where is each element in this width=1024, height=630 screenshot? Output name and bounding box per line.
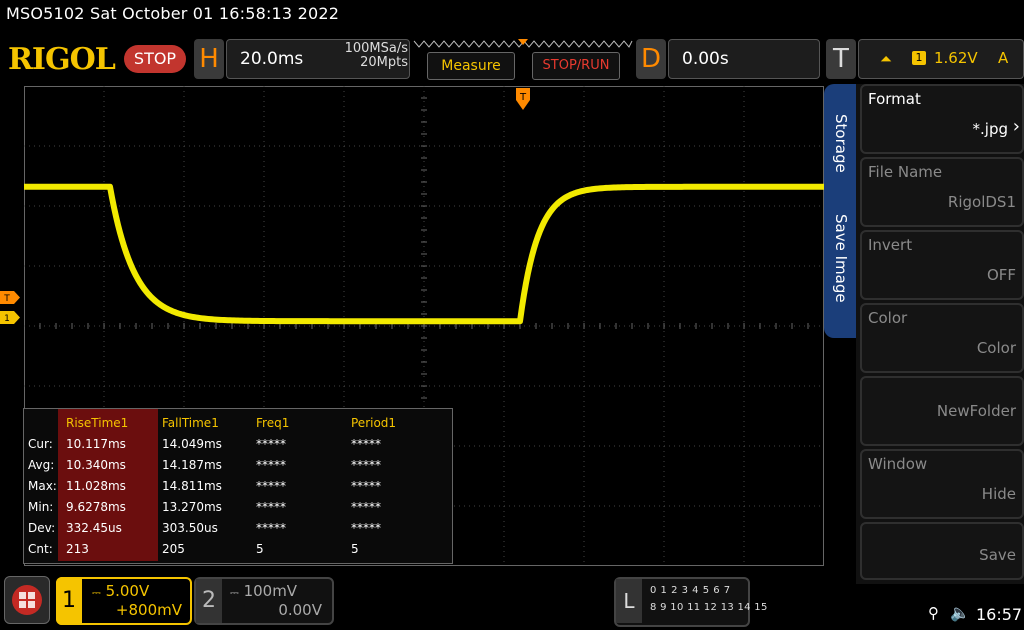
meas-cell: 9.6278ms <box>66 500 126 514</box>
measure-button[interactable]: Measure <box>427 52 515 80</box>
save-image-tab[interactable]: Save Image <box>832 214 850 303</box>
meas-cell: ***** <box>351 521 381 535</box>
meas-row-label: Min: <box>28 500 54 514</box>
newfolder-softkey[interactable]: NewFolder <box>860 376 1024 446</box>
meas-cell: 205 <box>162 542 185 556</box>
meas-cell: 332.45us <box>66 521 122 535</box>
newfolder-label: NewFolder <box>936 402 1016 420</box>
meas-cell: ***** <box>351 500 381 514</box>
device-status-title: MSO5102 Sat October 01 16:58:13 2022 <box>6 4 340 23</box>
delay-value: 0.00s <box>682 49 729 69</box>
channel2-scale-value: 100mV <box>243 582 298 600</box>
meas-cell: 5 <box>351 542 359 556</box>
filename-value: RigolDS1 <box>947 193 1016 211</box>
color-softkey[interactable]: Color Color <box>860 303 1024 373</box>
trigger-mode: A <box>998 49 1009 67</box>
channel1-offset: +800mV <box>115 601 182 619</box>
timebase-value: 20.0ms <box>240 49 304 69</box>
main-menu-button[interactable] <box>4 576 50 624</box>
channel2-offset: 0.00V <box>278 601 322 619</box>
meas-cell: ***** <box>351 458 381 472</box>
sample-rate: 100MSa/s <box>344 41 408 56</box>
invert-softkey[interactable]: Invert OFF <box>860 230 1024 300</box>
trigger-level-label: T <box>3 294 10 304</box>
trigger-source-channel: 1 <box>912 51 926 65</box>
meas-cell: ***** <box>256 458 286 472</box>
logic-channels-row2: 8 9 10 11 12 13 14 15 <box>650 602 768 613</box>
meas-cell: ***** <box>256 500 286 514</box>
invert-label: Invert <box>868 236 913 254</box>
horizontal-menu-button[interactable]: H <box>194 39 224 79</box>
sample-info: 100MSa/s 20Mpts <box>324 42 408 70</box>
channel1-scale-value: 5.00V <box>105 582 150 600</box>
meas-cell: 5 <box>256 542 264 556</box>
window-softkey[interactable]: Window Hide <box>860 449 1024 519</box>
channel1-number[interactable]: 1 <box>56 577 82 625</box>
meas-cell: 14.187ms <box>162 458 222 472</box>
dc-coupling-icon: ⎓ <box>230 586 239 599</box>
meas-header-falltime: FallTime1 <box>162 416 219 430</box>
color-value: Color <box>976 339 1016 357</box>
logic-channels-row1: 0 1 2 3 4 5 6 7 <box>650 585 731 596</box>
channel2-number[interactable]: 2 <box>196 579 222 623</box>
stop-run-button[interactable]: STOP/RUN <box>532 52 620 80</box>
format-label: Format <box>868 90 921 108</box>
meas-row-label: Cur: <box>28 437 53 451</box>
filename-label: File Name <box>868 163 943 181</box>
meas-cell: ***** <box>256 437 286 451</box>
run-state-badge: STOP <box>124 45 186 73</box>
channel1-offset-marker[interactable]: 1 <box>0 311 20 324</box>
meas-cell: ***** <box>351 437 381 451</box>
usb-icon: ⚲ <box>928 604 939 622</box>
logic-analyzer-button[interactable]: L <box>616 579 642 623</box>
trigger-level: 1.62V <box>934 49 978 67</box>
trigger-menu-button[interactable]: T <box>826 39 856 79</box>
window-label: Window <box>868 455 928 473</box>
meas-cell: 14.811ms <box>162 479 222 493</box>
meas-cell: ***** <box>256 521 286 535</box>
rising-edge-icon: ⏶ <box>880 50 893 68</box>
meas-row-label: Cnt: <box>28 542 53 556</box>
format-softkey[interactable]: Format *.jpg › <box>860 84 1024 154</box>
speaker-muted-icon[interactable]: 🔈 <box>950 603 970 622</box>
dc-coupling-icon: ⎓ <box>92 586 101 599</box>
memory-position-bar <box>413 39 633 48</box>
meas-cell: ***** <box>256 479 286 493</box>
grid-menu-icon <box>12 585 42 615</box>
system-clock: 16:57 <box>976 605 1023 624</box>
meas-cell: 213 <box>66 542 89 556</box>
meas-header-risetime: RiseTime1 <box>66 416 129 430</box>
format-value: *.jpg <box>972 120 1008 138</box>
trigger-position-marker[interactable]: T <box>516 88 530 110</box>
color-label: Color <box>868 309 908 327</box>
chevron-right-icon: › <box>1012 116 1020 137</box>
meas-row-label: Avg: <box>28 458 55 472</box>
meas-cell: 11.028ms <box>66 479 126 493</box>
channel1-scale: ⎓ 5.00V <box>92 582 182 600</box>
meas-header-period: Period1 <box>351 416 397 430</box>
meas-row-label: Max: <box>28 479 57 493</box>
storage-tab[interactable]: Storage <box>832 114 850 173</box>
meas-cell: 10.117ms <box>66 437 126 451</box>
window-value: Hide <box>981 485 1016 503</box>
meas-cell: ***** <box>351 479 381 493</box>
meas-cell: 303.50us <box>162 521 218 535</box>
memory-depth: 20Mpts <box>360 55 408 70</box>
invert-value: OFF <box>986 266 1016 284</box>
save-softkey[interactable]: Save <box>860 522 1024 580</box>
meas-cell: 13.270ms <box>162 500 222 514</box>
channel1-marker-label: 1 <box>4 314 10 324</box>
meas-row-label: Dev: <box>28 521 56 535</box>
save-label: Save <box>979 546 1016 564</box>
meas-header-freq: Freq1 <box>256 416 290 430</box>
trigger-level-marker[interactable]: T <box>0 291 20 304</box>
filename-softkey[interactable]: File Name RigolDS1 <box>860 157 1024 227</box>
meas-cell: 10.340ms <box>66 458 126 472</box>
channel2-scale: ⎓ 100mV <box>230 582 322 600</box>
rigol-logo: RIGOL <box>8 42 116 77</box>
trigger-position-label: T <box>519 92 527 103</box>
delay-menu-button[interactable]: D <box>636 39 666 79</box>
meas-cell: 14.049ms <box>162 437 222 451</box>
